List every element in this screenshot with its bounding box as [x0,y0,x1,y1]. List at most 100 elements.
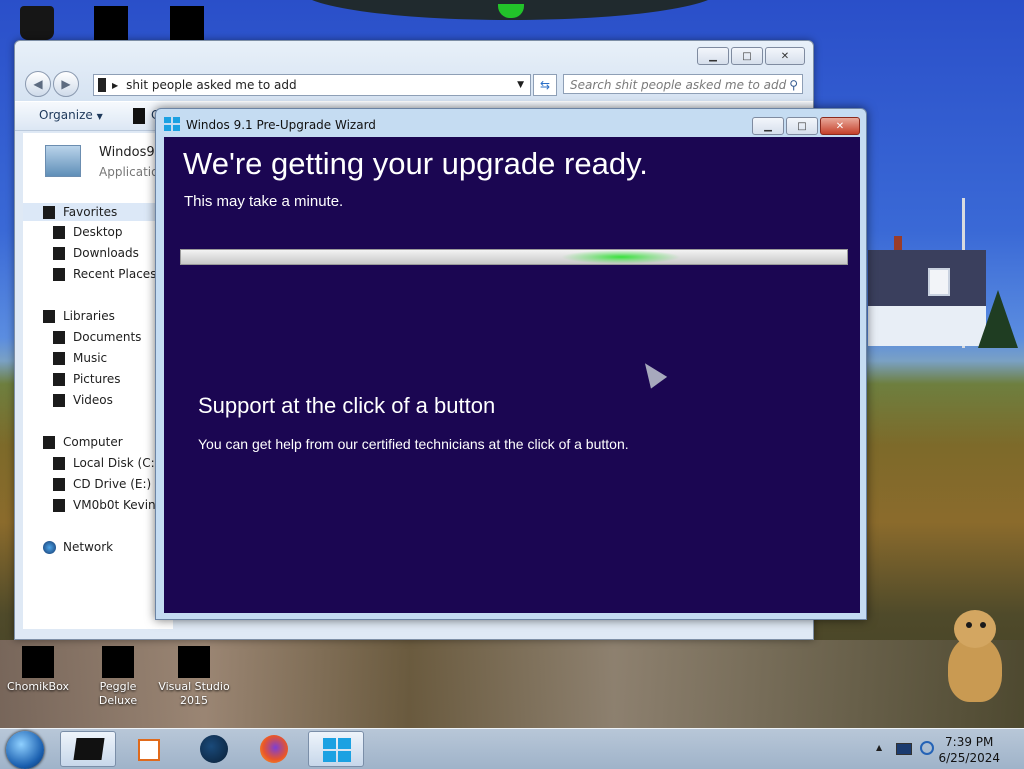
cd-drive-icon [53,477,65,491]
mouse-cursor-icon [636,357,668,389]
taskbar-explorer-button[interactable] [60,731,116,767]
nav-computer[interactable]: Computer [43,435,123,449]
clock[interactable]: 7:39 PM 6/25/2024 [938,734,1000,766]
back-button[interactable]: ◀ [25,71,51,97]
videos-icon [53,393,65,407]
music-icon [53,351,65,365]
search-input[interactable]: Search shit people asked me to add ⚲ [563,74,803,94]
pictures-icon [53,372,65,386]
house-wall [868,306,986,346]
nav-label: VM0b0t KevinSi [73,498,167,512]
search-placeholder: Search shit people asked me to add [570,78,787,92]
nav-label: Desktop [73,225,123,239]
nav-label: Downloads [73,246,139,260]
support-title: Support at the click of a button [198,393,496,418]
house-roof [868,250,986,306]
nav-documents[interactable]: Documents [53,330,141,344]
forward-arrow-icon: ▶ [61,77,71,91]
maximize-button[interactable]: □ [731,47,763,65]
nav-local-disk[interactable]: Local Disk (C:) [53,456,159,470]
explorer-icon [73,738,105,760]
refresh-button[interactable]: ⇆ [533,74,557,96]
desktop-icon-chomikbox[interactable]: ChomikBox [0,646,76,694]
back-arrow-icon: ◀ [33,77,43,91]
address-text: shit people asked me to add [126,78,297,92]
nav-label: CD Drive (E:) [73,477,152,491]
star-icon [43,205,55,219]
wizard-close-button[interactable]: ✕ [820,117,860,135]
address-bar[interactable]: ▶ shit people asked me to add ▼ [93,74,531,96]
house-window [928,268,950,296]
nav-label: Music [73,351,108,365]
recycle-bin-icon[interactable] [20,6,54,40]
maximize-icon: □ [742,50,752,62]
clock-time: 7:39 PM [945,735,994,749]
nav-recent-places[interactable]: Recent Places [53,267,156,281]
taskbar-media-button[interactable] [122,731,178,767]
wizard-window-controls: ▁ □ ✕ [752,117,860,135]
organize-button[interactable]: Organize ▼ [39,108,103,122]
wizard-minimize-button[interactable]: ▁ [752,117,784,135]
desktop-icon-peggle[interactable]: Peggle Deluxe [80,646,156,708]
maximize-icon: □ [797,120,807,132]
desktop-icon-label: Visual Studio 2015 [158,680,230,707]
application-icon [45,145,81,177]
nav-network[interactable]: Network [43,540,113,554]
desktop-icon-label: ChomikBox [7,680,69,693]
desktop-icon [53,225,65,239]
background-house [868,236,986,346]
nav-downloads[interactable]: Downloads [53,246,139,260]
nav-label: Documents [73,330,142,344]
desktop-icon-visual-studio[interactable]: Visual Studio 2015 [156,646,232,708]
folder-icon[interactable] [94,6,128,40]
explorer-window-controls: ▁ □ ✕ [697,47,805,65]
upgrade-wizard-window: Windos 9.1 Pre-Upgrade Wizard ▁ □ ✕ We'r… [155,108,867,620]
nav-desktop[interactable]: Desktop [53,225,123,239]
computer-icon [43,435,55,449]
windows-logo-icon [323,738,351,762]
documents-icon [53,330,65,344]
nav-cd-drive[interactable]: CD Drive (E:) [53,477,151,491]
tray-expand-icon[interactable]: ▲ [876,743,882,752]
refresh-icon: ⇆ [539,78,551,92]
support-text: You can get help from our certified tech… [198,436,629,452]
wizard-subheading: This may take a minute. [184,193,344,210]
chomikbox-icon [22,646,54,678]
chevron-down-icon: ▼ [96,112,103,121]
taskbar: ▲ 7:39 PM 6/25/2024 [0,728,1024,769]
nav-network-share[interactable]: VM0b0t KevinSi [53,498,167,512]
nav-label: Network [63,540,114,554]
nav-label: Local Disk (C:) [73,456,160,470]
hamster-eye-left [966,622,972,628]
search-icon: ⚲ [789,78,798,92]
minimize-button[interactable]: ▁ [697,47,729,65]
taskbar-wizard-button[interactable] [308,731,364,767]
nav-label: Favorites [63,205,118,219]
nav-libraries[interactable]: Libraries [43,309,115,323]
nav-label: Videos [73,393,113,407]
libraries-icon [43,309,55,323]
minimize-icon: ▁ [709,50,717,62]
forward-button[interactable]: ▶ [53,71,79,97]
nav-videos[interactable]: Videos [53,393,113,407]
selected-file-preview: Windos9.e Application [23,141,171,191]
taskbar-firefox-button[interactable] [246,731,302,767]
start-button[interactable] [6,731,44,769]
clock-date: 6/25/2024 [938,751,1000,765]
app-icon[interactable] [170,6,204,40]
downloads-icon [53,246,65,260]
close-button[interactable]: ✕ [765,47,805,65]
address-dropdown-icon[interactable]: ▼ [517,80,524,90]
windows-logo-icon [164,117,180,131]
network-status-icon[interactable] [920,741,934,755]
wizard-content: We're getting your upgrade ready. This m… [164,137,860,613]
wizard-heading: We're getting your upgrade ready. [183,146,648,181]
display-icon[interactable] [896,743,912,755]
network-drive-icon [53,498,65,512]
wizard-titlebar: Windos 9.1 Pre-Upgrade Wizard ▁ □ ✕ [156,109,866,137]
taskbar-browser-button[interactable] [186,731,242,767]
wizard-maximize-button[interactable]: □ [786,117,818,135]
network-globe-icon [43,540,56,554]
nav-pictures[interactable]: Pictures [53,372,121,386]
nav-music[interactable]: Music [53,351,107,365]
